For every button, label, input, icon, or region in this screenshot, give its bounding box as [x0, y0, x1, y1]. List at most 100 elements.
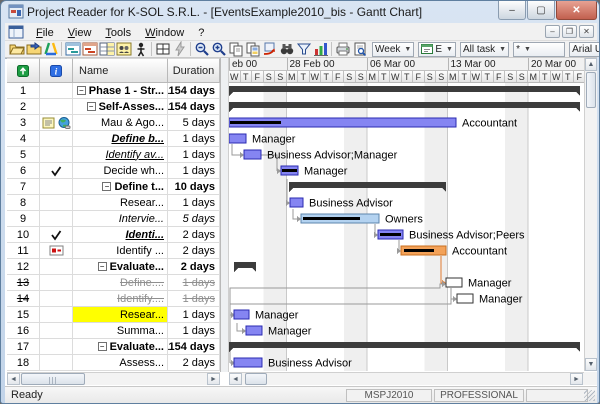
row-number[interactable]: 14 [7, 291, 40, 307]
task-name-cell[interactable]: −Phase 1 - Str... [73, 83, 168, 99]
menu-item-window[interactable]: Window [138, 26, 191, 40]
task-name-cell[interactable]: Summa... [73, 323, 168, 339]
maximize-button[interactable]: ▢ [527, 1, 555, 20]
zoom-in-button[interactable] [210, 41, 227, 57]
task-name-cell[interactable]: Define b... [73, 131, 168, 147]
table-chart-splitter[interactable] [220, 58, 229, 372]
task-name-cell[interactable]: Resear... [73, 195, 168, 211]
lightning-button[interactable] [171, 41, 188, 57]
document-window-icon[interactable] [8, 25, 24, 39]
indicator-cell[interactable] [40, 131, 73, 147]
collapse-expander-icon[interactable]: − [77, 86, 86, 95]
task-bar[interactable] [234, 358, 262, 367]
task-bar[interactable] [457, 294, 473, 303]
row-number[interactable]: 1 [7, 83, 40, 99]
table-horizontal-scrollbar[interactable]: ◄ ► [7, 372, 220, 385]
table-view-button[interactable] [98, 41, 115, 57]
task-name-cell[interactable]: Identify ... [73, 243, 168, 259]
row-number[interactable]: 12 [7, 259, 40, 275]
duration-cell[interactable]: 1 days [168, 307, 220, 323]
menu-item-file[interactable]: File [29, 26, 61, 40]
task-bar[interactable] [446, 278, 462, 287]
task-name-cell[interactable]: −Evaluate... [73, 259, 168, 275]
summary-bar[interactable] [229, 102, 580, 108]
duration-cell[interactable]: 1154 days [168, 83, 220, 99]
indicator-cell[interactable] [40, 99, 73, 115]
duration-cell[interactable]: 1154 days [168, 99, 220, 115]
combo-alltask[interactable]: All task▼ [460, 42, 509, 57]
task-name-cell[interactable]: −Define t... [73, 179, 168, 195]
indicator-cell[interactable] [40, 163, 73, 179]
resource-view-button[interactable] [115, 41, 132, 57]
indicator-cell[interactable] [40, 243, 73, 259]
task-bar[interactable] [229, 134, 246, 143]
indicator-cell[interactable] [40, 211, 73, 227]
indicator-cell[interactable] [40, 323, 73, 339]
row-number[interactable]: 7 [7, 179, 40, 195]
task-name-cell[interactable]: Mau & Ago... [73, 115, 168, 131]
vertical-scroll-thumb[interactable] [586, 72, 596, 108]
close-button[interactable]: ✕ [556, 1, 597, 20]
row-number[interactable]: 15 [7, 307, 40, 323]
app-icon[interactable] [8, 4, 24, 19]
tracking-view-button[interactable] [81, 41, 98, 57]
row-number[interactable]: 5 [7, 147, 40, 163]
indicator-cell[interactable] [40, 291, 73, 307]
task-name-cell[interactable]: Define.... [73, 275, 168, 291]
task-bar[interactable] [244, 150, 261, 159]
row-number[interactable]: 11 [7, 243, 40, 259]
resize-grip[interactable] [584, 390, 595, 401]
indicator-cell[interactable] [40, 179, 73, 195]
task-bar[interactable] [290, 198, 303, 207]
summary-bar[interactable] [229, 342, 580, 348]
print-preview-button[interactable] [351, 41, 368, 57]
drive-button[interactable] [42, 41, 59, 57]
collapse-expander-icon[interactable]: − [87, 102, 96, 111]
indicator-cell[interactable] [40, 147, 73, 163]
mdi-close-button[interactable]: ✕ [579, 25, 594, 38]
column-header-name[interactable]: Name [73, 58, 168, 83]
menu-item-tools[interactable]: Tools [98, 26, 138, 40]
task-name-cell[interactable]: −Evaluate... [73, 339, 168, 355]
duration-cell[interactable]: 1 days [168, 131, 220, 147]
task-name-cell[interactable]: −Self-Asses... [73, 99, 168, 115]
task-name-cell[interactable]: Decide wh... [73, 163, 168, 179]
task-name-cell[interactable]: Identi... [73, 227, 168, 243]
collapse-expander-icon[interactable]: − [98, 342, 107, 351]
duration-cell[interactable]: 10 days [168, 179, 220, 195]
indicator-cell[interactable] [40, 115, 73, 131]
scroll-right-button[interactable]: ► [207, 373, 220, 385]
gantt-horizontal-scrollbar[interactable]: ◄ ► [229, 372, 584, 385]
scroll-down-button[interactable]: ▼ [585, 358, 597, 371]
row-number[interactable]: 10 [7, 227, 40, 243]
row-number[interactable]: 13 [7, 275, 40, 291]
row-number[interactable]: 2 [7, 99, 40, 115]
export-folder-button[interactable] [25, 41, 42, 57]
gantt-vertical-scrollbar[interactable]: ▲ ▼ [584, 58, 597, 371]
summary-bar[interactable] [229, 86, 580, 92]
combo-arialur[interactable]: Arial Ur▼ [569, 42, 600, 57]
duration-cell[interactable]: 1 days [168, 291, 220, 307]
row-number[interactable]: 16 [7, 323, 40, 339]
collapse-expander-icon[interactable]: − [102, 182, 111, 191]
combo-week[interactable]: Week▼ [372, 42, 414, 57]
copy-picture-button[interactable] [244, 41, 261, 57]
scroll-left-button[interactable]: ◄ [7, 373, 20, 385]
duration-cell[interactable]: 1 days [168, 275, 220, 291]
task-name-cell[interactable]: Assess... [73, 355, 168, 371]
menu-item-view[interactable]: View [61, 26, 99, 40]
duration-cell[interactable]: 2 days [168, 259, 220, 275]
indicator-cell[interactable] [40, 307, 73, 323]
zoom-out-button[interactable] [193, 41, 210, 57]
grid-button[interactable] [154, 41, 171, 57]
duration-cell[interactable]: 1 days [168, 147, 220, 163]
scroll-right-button[interactable]: ► [570, 373, 583, 385]
indicator-cell[interactable] [40, 355, 73, 371]
indicator-cell[interactable] [40, 275, 73, 291]
indicator-cell[interactable] [40, 83, 73, 99]
task-name-cell[interactable]: Resear... [73, 307, 168, 323]
scroll-up-button[interactable]: ▲ [585, 58, 597, 71]
indicator-cell[interactable] [40, 195, 73, 211]
binoculars-button[interactable] [278, 41, 295, 57]
indicator-cell[interactable] [40, 227, 73, 243]
